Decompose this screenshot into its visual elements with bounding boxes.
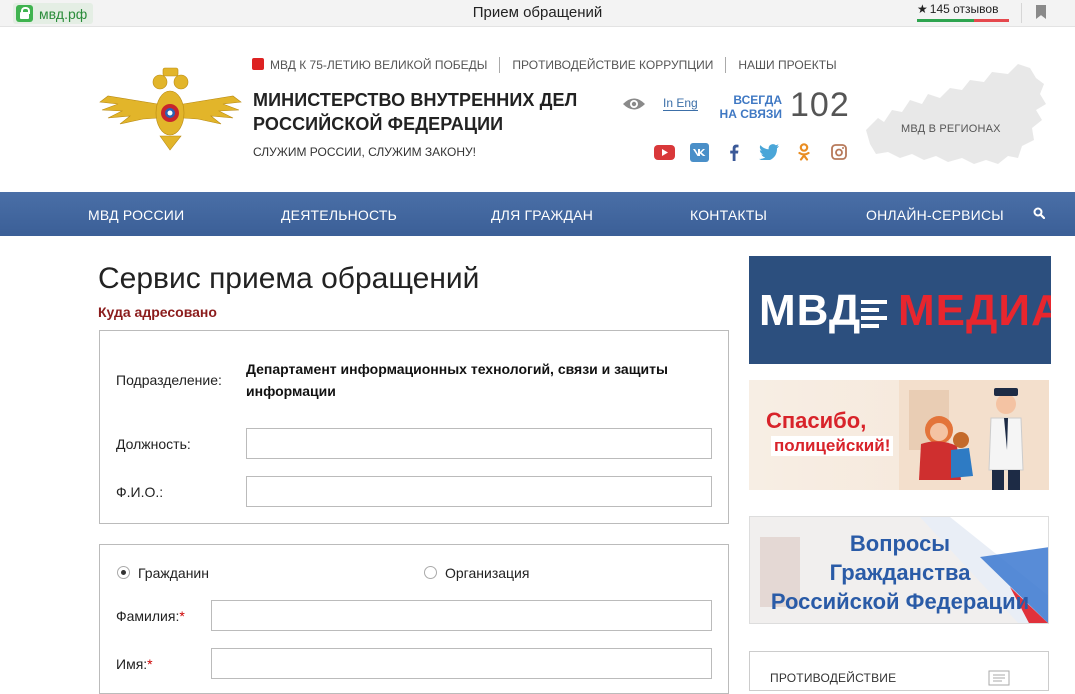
nav-item-mvd-russia[interactable]: МВД РОССИИ	[88, 207, 184, 223]
top-link-projects[interactable]: НАШИ ПРОЕКТЫ	[726, 58, 848, 72]
mvd-media-lines-icon	[861, 300, 887, 332]
reviews-count: 145 отзывов	[929, 2, 999, 16]
nav-item-contacts[interactable]: КОНТАКТЫ	[690, 207, 767, 223]
page-tab-title: Прием обращений	[472, 4, 603, 21]
fio-label: Ф.И.О.:	[116, 484, 164, 500]
browser-top-bar: мвд.рф Прием обращений ★ 145 отзывов	[0, 0, 1075, 27]
facebook-icon[interactable]	[723, 143, 745, 161]
main-navigation: МВД РОССИИ ДЕЯТЕЛЬНОСТЬ ДЛЯ ГРАЖДАН КОНТ…	[0, 192, 1075, 236]
search-icon[interactable]	[1033, 207, 1045, 219]
required-mark: *	[147, 656, 153, 672]
youtube-icon[interactable]	[653, 143, 675, 161]
reviews-widget[interactable]: ★ 145 отзывов	[917, 2, 1009, 22]
odnoklassniki-icon[interactable]	[793, 143, 815, 161]
mvd-emblem-logo[interactable]	[98, 66, 243, 152]
citizenship-questions-banner[interactable]: Вопросы Гражданства Российской Федерации	[749, 516, 1049, 624]
hotline-number[interactable]: 102	[790, 86, 850, 125]
russia-map-image[interactable]	[858, 60, 1048, 168]
regions-link[interactable]: МВД В РЕГИОНАХ	[901, 123, 1001, 135]
thanks-banner-subtitle: полицейский!	[771, 436, 894, 456]
lastname-field[interactable]	[211, 600, 712, 631]
fio-field[interactable]	[246, 476, 712, 507]
division-label: Подразделение:	[116, 372, 222, 388]
header-top-links: МВД К 75-ЛЕТИЮ ВЕЛИКОЙ ПОБЕДЫ ПРОТИВОДЕЙ…	[252, 57, 849, 73]
nav-item-for-citizens[interactable]: ДЛЯ ГРАЖДАН	[491, 207, 593, 223]
applicant-type-citizen-radio[interactable]	[117, 566, 130, 579]
toolbar-divider	[1021, 3, 1022, 23]
police-family-illustration	[899, 380, 1049, 490]
anticorruption-widget[interactable]: ПРОТИВОДЕЙСТВИЕ	[749, 651, 1049, 691]
mvd-media-left-text: МВД	[759, 286, 862, 335]
nav-item-activity[interactable]: ДЕЯТЕЛЬНОСТЬ	[281, 207, 397, 223]
applicant-type-citizen-label[interactable]: Гражданин	[138, 565, 209, 581]
english-version-link[interactable]: In Eng	[663, 97, 698, 111]
applicant-type-organization-radio[interactable]	[424, 566, 437, 579]
accessibility-eye-icon[interactable]	[622, 97, 646, 111]
always-connected-label: ВСЕГДА НА СВЯЗИ	[719, 93, 782, 121]
anticorruption-widget-title: ПРОТИВОДЕЙСТВИЕ	[770, 671, 897, 685]
mvd-media-right-text: МЕДИА	[898, 286, 1051, 335]
social-links	[653, 142, 850, 162]
thanks-banner-title: Спасибо,	[766, 408, 867, 433]
document-icon	[988, 670, 1010, 686]
star-icon: ★	[917, 2, 928, 16]
victory-75-icon	[252, 58, 264, 70]
instagram-icon[interactable]	[828, 143, 850, 161]
twitter-icon[interactable]	[758, 143, 780, 161]
mvd-media-banner[interactable]: МВД МЕДИА	[749, 256, 1051, 364]
position-label: Должность:	[116, 436, 191, 452]
reviews-rating-bar	[917, 19, 1009, 22]
position-field[interactable]	[246, 428, 712, 459]
nav-item-online-services[interactable]: ОНЛАЙН-СЕРВИСЫ	[866, 207, 1004, 223]
firstname-label: Имя:*	[116, 656, 153, 672]
page-heading: Сервис приема обращений	[98, 262, 480, 295]
ministry-motto: СЛУЖИМ РОССИИ, СЛУЖИМ ЗАКОНУ!	[253, 145, 476, 159]
top-link-victory[interactable]: МВД К 75-ЛЕТИЮ ВЕЛИКОЙ ПОБЕДЫ	[252, 58, 499, 72]
vk-icon[interactable]	[688, 142, 710, 162]
top-link-anticorruption[interactable]: ПРОТИВОДЕЙСТВИЕ КОРРУПЦИИ	[500, 58, 725, 72]
applicant-type-organization-label[interactable]: Организация	[445, 565, 529, 581]
lastname-label: Фамилия:*	[116, 608, 185, 624]
firstname-field[interactable]	[211, 648, 712, 679]
required-mark: *	[179, 608, 185, 624]
ministry-title[interactable]: МИНИСТЕРСТВО ВНУТРЕННИХ ДЕЛ РОССИЙСКОЙ Ф…	[253, 88, 593, 136]
citizenship-banner-text: Вопросы Гражданства Российской Федерации	[770, 531, 1030, 614]
addressed-to-label: Куда адресовано	[98, 304, 217, 320]
division-value: Департамент информационных технологий, с…	[246, 361, 668, 399]
thanks-police-banner[interactable]: Спасибо, полицейский!	[749, 380, 1049, 490]
